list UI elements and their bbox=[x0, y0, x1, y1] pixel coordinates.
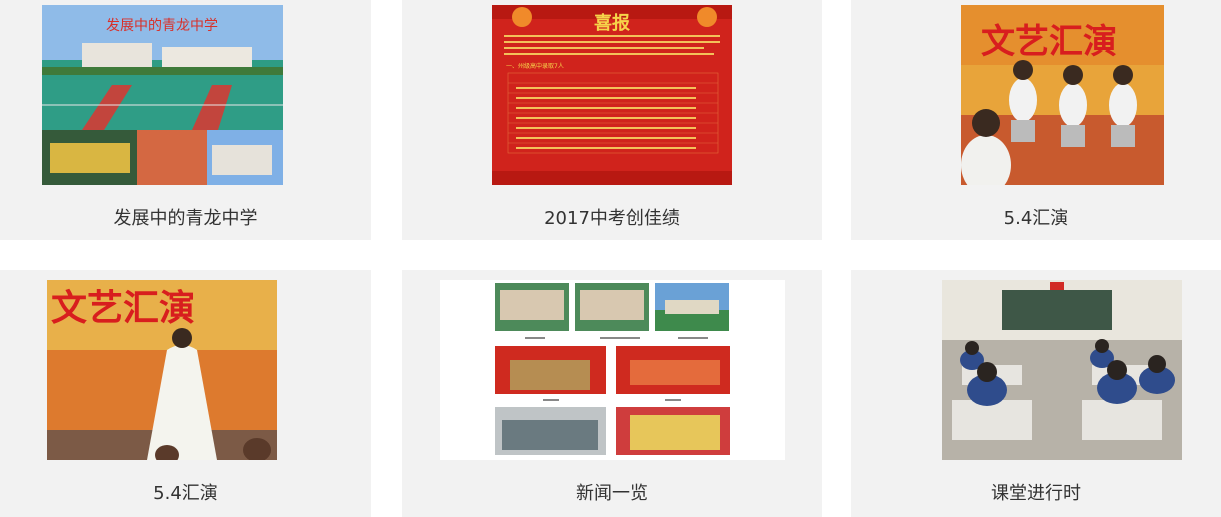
performance-photo: 文艺汇演 bbox=[47, 280, 277, 460]
classroom-thumbnail[interactable] bbox=[942, 280, 1182, 460]
thumb-title: 喜报 bbox=[594, 12, 630, 34]
gallery-card-exam-results[interactable]: 喜报 一、州级高中录取7人 2017中考创佳绩 bbox=[402, 0, 822, 240]
classroom-photo bbox=[942, 280, 1182, 460]
performance-thumbnail[interactable]: 文艺汇演 bbox=[47, 280, 277, 460]
card-caption[interactable]: 5.4汇演 bbox=[0, 479, 371, 505]
thumb-subtitle: 一、州级高中录取7人 bbox=[506, 62, 564, 70]
gallery-card-news[interactable]: 新闻一览 bbox=[402, 270, 822, 517]
gallery-card-campus[interactable]: 发展中的青龙中学 发展中的青龙中学 bbox=[0, 0, 371, 240]
thumb-title: 文艺汇演 bbox=[981, 22, 1117, 62]
gallery-card-performance-2[interactable]: 文艺汇演 5.4汇演 bbox=[0, 270, 371, 517]
campus-photo: 发展中的青龙中学 bbox=[42, 5, 283, 185]
news-collage bbox=[440, 280, 785, 460]
performance-photo: 文艺汇演 bbox=[961, 5, 1164, 185]
thumb-title: 文艺汇演 bbox=[51, 287, 195, 329]
card-caption[interactable]: 课堂进行时 bbox=[851, 479, 1221, 505]
card-caption[interactable]: 5.4汇演 bbox=[851, 204, 1221, 230]
card-caption[interactable]: 新闻一览 bbox=[402, 479, 822, 505]
campus-thumbnail[interactable]: 发展中的青龙中学 bbox=[42, 5, 283, 185]
exam-results-poster: 喜报 一、州级高中录取7人 bbox=[492, 5, 732, 185]
performance-thumbnail[interactable]: 文艺汇演 bbox=[961, 5, 1164, 185]
news-collage-thumbnail[interactable] bbox=[440, 280, 785, 460]
card-caption[interactable]: 发展中的青龙中学 bbox=[0, 204, 371, 230]
gallery-card-classroom[interactable]: 课堂进行时 bbox=[851, 270, 1221, 517]
photo-gallery-grid: 发展中的青龙中学 发展中的青龙中学 喜报 一、州级高中录取7人 2017中考创佳… bbox=[0, 0, 1221, 517]
gallery-card-performance-1[interactable]: 文艺汇演 5.4汇演 bbox=[851, 0, 1221, 240]
card-caption[interactable]: 2017中考创佳绩 bbox=[402, 204, 822, 230]
thumb-title: 发展中的青龙中学 bbox=[106, 18, 218, 34]
exam-results-thumbnail[interactable]: 喜报 一、州级高中录取7人 bbox=[492, 5, 732, 185]
